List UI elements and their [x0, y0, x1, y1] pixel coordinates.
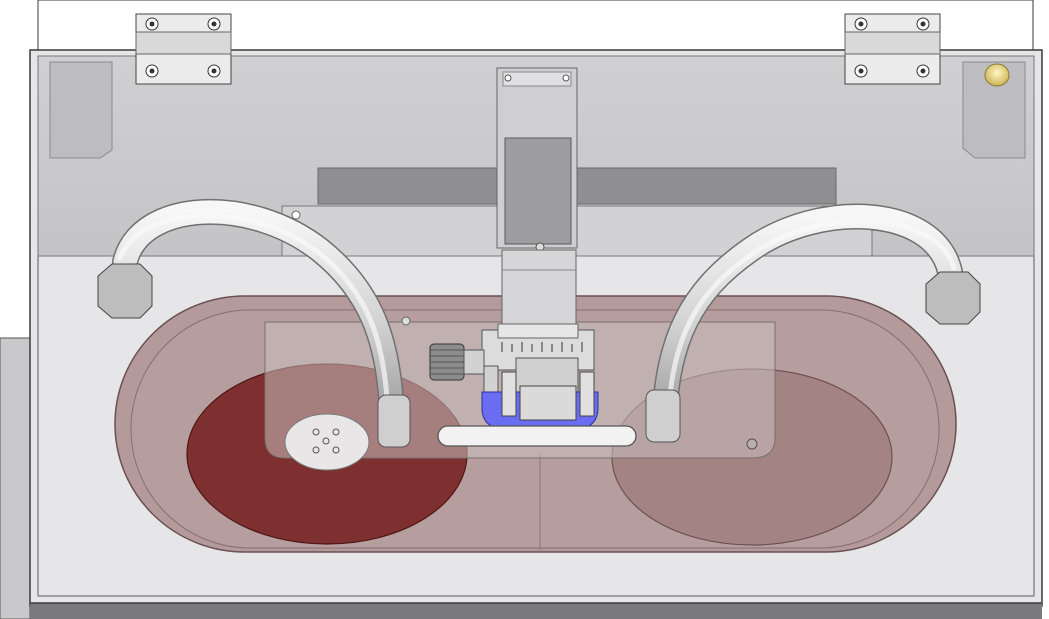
- indicator-light: [984, 63, 1010, 87]
- sample-holder: [284, 413, 370, 471]
- machine-render: [0, 0, 1043, 619]
- pad-left: [49, 61, 113, 159]
- hinge-right: [844, 13, 941, 85]
- hinge-left: [135, 13, 232, 85]
- handle-bar: [437, 425, 637, 447]
- side-block: [0, 337, 31, 619]
- fitting-right: [925, 271, 981, 325]
- column-lower: [501, 249, 577, 331]
- base-strip: [30, 603, 1042, 619]
- fitting-left: [97, 263, 153, 319]
